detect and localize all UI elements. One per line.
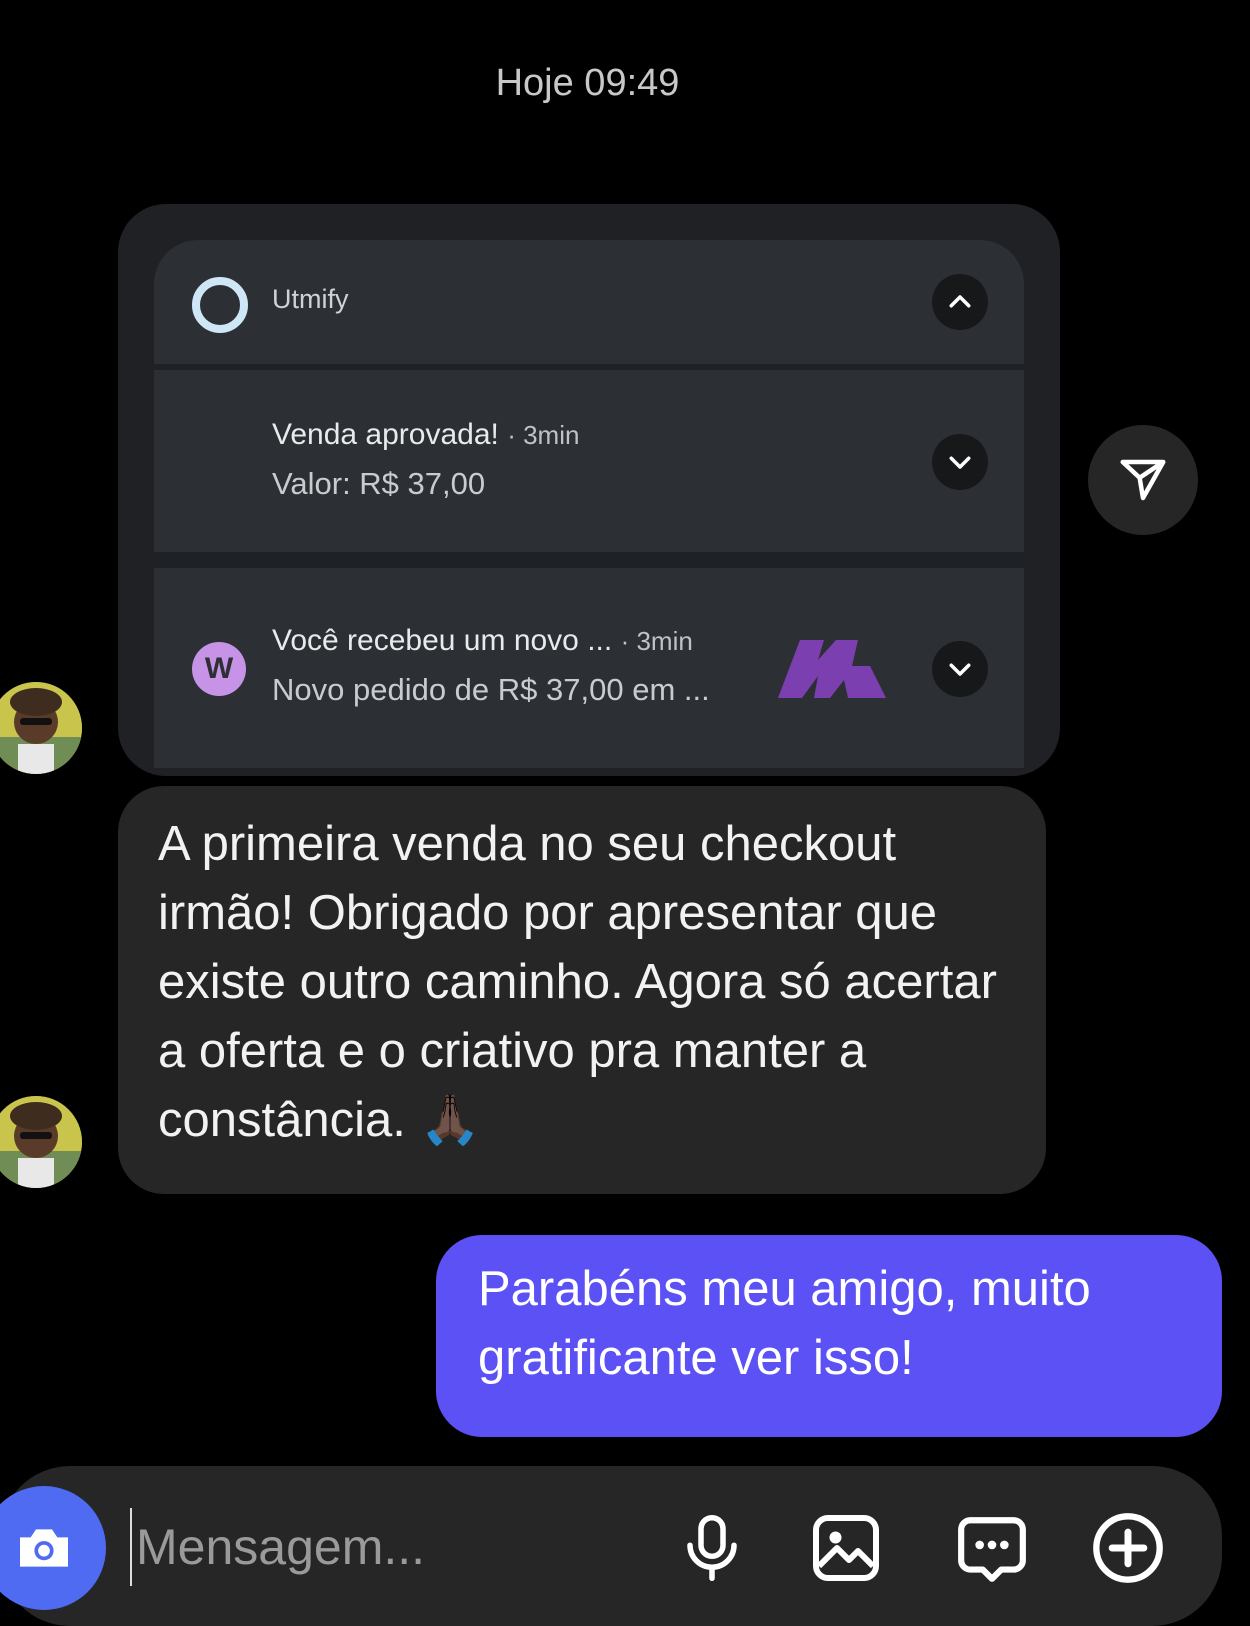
timestamp: Hoje 09:49	[495, 62, 680, 104]
camera-icon[interactable]	[0, 1486, 106, 1610]
sticker-icon[interactable]	[952, 1508, 1032, 1588]
shared-notification-screenshot[interactable]: Utmify Venda aprovada! · 3min Valor: R$ …	[118, 204, 1060, 776]
chevron-up-icon[interactable]	[932, 274, 988, 330]
m-logo-icon	[778, 640, 886, 698]
notification-item[interactable]: Venda aprovada! · 3min Valor: R$ 37,00	[154, 370, 1024, 552]
w-badge-icon: W	[192, 642, 246, 696]
plus-icon[interactable]	[1088, 1508, 1168, 1588]
notification-item[interactable]: W Você recebeu um novo ... · 3min Novo p…	[154, 568, 1024, 768]
chevron-down-icon[interactable]	[932, 641, 988, 697]
notification-title-text: Você recebeu um novo ...	[272, 624, 613, 657]
message-input[interactable]	[130, 1508, 658, 1586]
avatar[interactable]	[0, 682, 82, 774]
send-icon[interactable]	[1088, 425, 1198, 535]
chevron-down-icon[interactable]	[932, 434, 988, 490]
notification-time: · 3min	[620, 626, 693, 656]
mic-icon[interactable]	[672, 1508, 752, 1588]
message-composer	[0, 1466, 1222, 1626]
app-ring-icon	[192, 277, 248, 333]
notification-title-text: Venda aprovada!	[272, 418, 499, 451]
gallery-icon[interactable]	[806, 1508, 886, 1588]
notification-group-header[interactable]: Utmify	[154, 240, 1024, 364]
notification-title: Venda aprovada! · 3min	[272, 418, 579, 452]
notification-body: Novo pedido de R$ 37,00 em ...	[272, 672, 710, 707]
notification-body: Valor: R$ 37,00	[272, 466, 486, 501]
avatar[interactable]	[0, 1096, 82, 1188]
notification-title: Você recebeu um novo ... · 3min	[272, 624, 693, 658]
notification-time: · 3min	[507, 420, 580, 450]
outgoing-message[interactable]: Parabéns meu amigo, muito gratificante v…	[436, 1235, 1222, 1437]
app-name: Utmify	[272, 284, 349, 314]
incoming-message[interactable]: A primeira venda no seu checkout irmão! …	[118, 786, 1046, 1194]
